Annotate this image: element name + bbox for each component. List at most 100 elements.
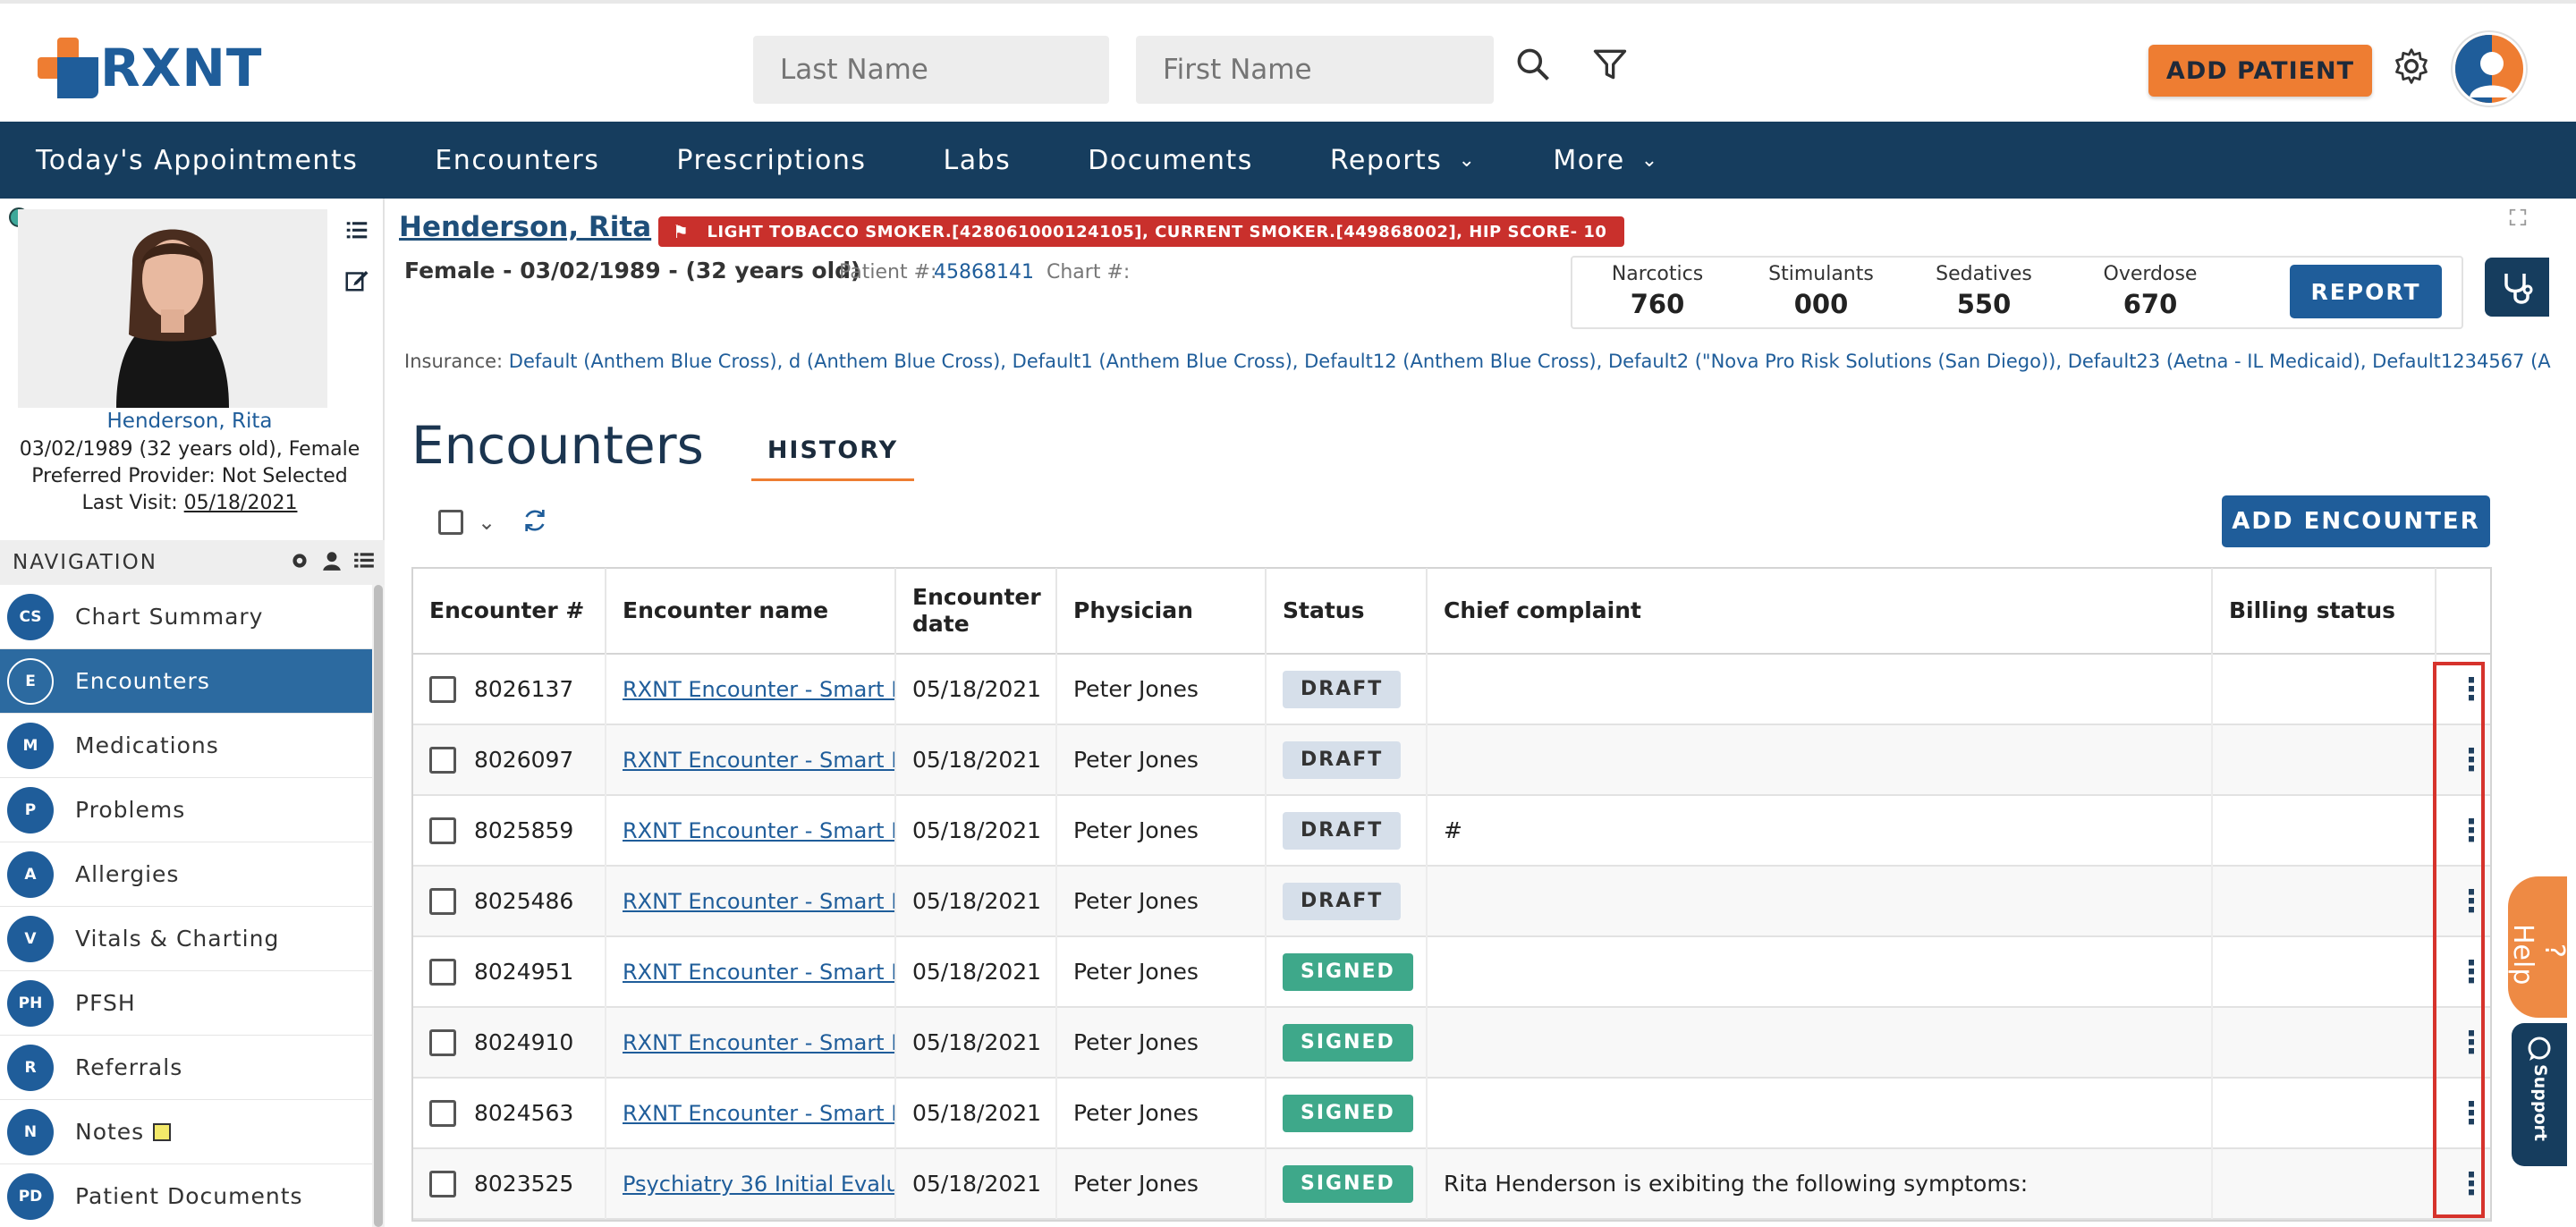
gear-icon[interactable] (288, 549, 311, 572)
patient-name-link[interactable]: Henderson, Rita (0, 410, 379, 433)
sidebar-scrollbar-thumb[interactable] (374, 585, 383, 1227)
expand-icon[interactable] (2508, 207, 2528, 227)
encounter-name-cell: RXNT Encounter - Smart Form (606, 654, 896, 724)
support-tab[interactable]: Support (2512, 1023, 2567, 1166)
report-button[interactable]: REPORT (2290, 265, 2442, 318)
encounter-date: 05/18/2021 (912, 1100, 1042, 1126)
sidebar-item-vitals[interactable]: V Vitals & Charting (0, 907, 372, 971)
row-checkbox[interactable] (429, 1028, 456, 1056)
sticky-note-icon[interactable] (153, 1122, 172, 1141)
nav-documents[interactable]: Documents (1088, 145, 1253, 176)
column-header[interactable]: Encounter # (413, 568, 606, 654)
support-label: Support (2530, 1064, 2550, 1141)
encounter-number: 8023525 (474, 1171, 574, 1197)
row-checkbox[interactable] (429, 746, 456, 774)
help-tab[interactable]: ? Help (2507, 876, 2570, 1018)
sidebar-item-label: Problems (75, 797, 186, 823)
row-checkbox[interactable] (429, 1170, 456, 1197)
sidebar-item-label: Referrals (75, 1054, 183, 1080)
nav-more[interactable]: More ⌄ (1553, 145, 1658, 176)
sidebar-item-problems[interactable]: P Problems (0, 778, 372, 842)
rxnt-logo[interactable]: RXNT (38, 36, 262, 100)
last-name-search-input[interactable] (753, 36, 1109, 104)
sidebar-item-encounters[interactable]: E Encounters (0, 649, 372, 714)
person-icon[interactable] (320, 549, 343, 572)
patient-header-name[interactable]: Henderson, Rita (399, 211, 651, 243)
sidebar-item-pfsh[interactable]: PH PFSH (0, 971, 372, 1036)
table-row[interactable]: 8025486 RXNT Encounter - Smart Form 05/18/… (413, 866, 2490, 937)
column-header[interactable]: Chief complaint (1428, 568, 2213, 654)
stethoscope-tab[interactable] (2485, 258, 2549, 317)
encounter-name-link[interactable]: Psychiatry 36 Initial Evaluation (623, 1172, 894, 1197)
tab-history[interactable]: HISTORY (751, 436, 914, 481)
refresh-icon[interactable] (521, 506, 549, 535)
patient-photo (18, 209, 327, 408)
nav-badge: CS (7, 593, 54, 640)
select-all-checkbox[interactable] (438, 510, 463, 535)
table-row[interactable]: 8024951 RXNT Encounter - Smart Form 05/18/… (413, 936, 2490, 1008)
table-row[interactable]: 8026137 RXNT Encounter - Smart Form 05/18/… (413, 654, 2490, 725)
table-row[interactable]: 8024563 RXNT Encounter - Smart Form 05/18/… (413, 1078, 2490, 1149)
sidebar-item-medications[interactable]: M Medications (0, 714, 372, 778)
status-badge: DRAFT (1283, 670, 1402, 708)
physician-name: Peter Jones (1073, 959, 1199, 985)
user-avatar[interactable] (2453, 32, 2526, 106)
stimulants-count: Stimulants 000 (1750, 263, 1893, 319)
encounter-number-cell: 8024910 (413, 1007, 606, 1078)
row-checkbox[interactable] (429, 817, 456, 844)
filter-icon[interactable] (1590, 45, 1630, 84)
table-body: 8026137 RXNT Encounter - Smart Form 05/18/… (413, 654, 2490, 1220)
edit-icon[interactable] (343, 267, 370, 293)
column-header[interactable]: Physician (1057, 568, 1267, 654)
list-icon[interactable] (352, 549, 376, 572)
row-checkbox[interactable] (429, 887, 456, 915)
encounter-number: 8026097 (474, 747, 574, 773)
sidebar-item-chart-summary[interactable]: CS Chart Summary (0, 585, 372, 649)
chevron-down-icon[interactable]: ⌄ (478, 510, 496, 535)
encounter-name-cell: RXNT Encounter - Smart Form (606, 1078, 896, 1148)
sidebar-item-label: Chart Summary (75, 604, 264, 630)
patient-flag-text: LIGHT TOBACCO SMOKER.[428061000124105], … (707, 222, 1607, 241)
insurance-list[interactable]: Default (Anthem Blue Cross), d (Anthem B… (509, 351, 2551, 372)
first-name-search-input[interactable] (1136, 36, 1494, 104)
nav-todays-appointments[interactable]: Today's Appointments (36, 145, 358, 176)
encounter-date-cell: 05/18/2021 (896, 1078, 1057, 1148)
nav-prescriptions[interactable]: Prescriptions (676, 145, 866, 176)
encounter-name-link[interactable]: RXNT Encounter - Smart Form (623, 889, 894, 914)
count-label: Sedatives (1936, 263, 2032, 285)
add-patient-button[interactable]: ADD PATIENT (2148, 45, 2372, 97)
table-row[interactable]: 8025859 RXNT Encounter - Smart Form 05/18/… (413, 795, 2490, 867)
sidebar-item-notes[interactable]: N Notes (0, 1100, 372, 1164)
table-row[interactable]: 8026097 RXNT Encounter - Smart Form 05/18/… (413, 724, 2490, 796)
nav-reports[interactable]: Reports ⌄ (1330, 145, 1477, 176)
add-encounter-button[interactable]: ADD ENCOUNTER (2222, 495, 2490, 547)
encounter-name-link[interactable]: RXNT Encounter - Smart Form (623, 677, 894, 702)
gear-icon[interactable] (2392, 47, 2431, 86)
column-header[interactable]: Status (1267, 568, 1428, 654)
sidebar-item-referrals[interactable]: R Referrals (0, 1036, 372, 1100)
row-checkbox[interactable] (429, 1099, 456, 1127)
column-header[interactable]: Encounter name (606, 568, 896, 654)
table-row[interactable]: 8024910 RXNT Encounter - Smart Form 05/18/… (413, 1007, 2490, 1079)
table-row[interactable]: 8023525 Psychiatry 36 Initial Evaluation 0… (413, 1148, 2490, 1220)
encounter-name-link[interactable]: RXNT Encounter - Smart Form (623, 960, 894, 985)
row-checkbox[interactable] (429, 675, 456, 703)
search-icon[interactable] (1513, 45, 1553, 84)
sidebar-item-allergies[interactable]: A Allergies (0, 842, 372, 907)
encounter-name-cell: RXNT Encounter - Smart Form (606, 866, 896, 936)
nav-labs[interactable]: Labs (944, 145, 1012, 176)
encounter-date-cell: 05/18/2021 (896, 724, 1057, 795)
encounter-name-link[interactable]: RXNT Encounter - Smart Form (623, 1030, 894, 1055)
last-visit-date[interactable]: 05/18/2021 (184, 492, 298, 514)
encounter-number-cell: 8023525 (413, 1148, 606, 1219)
encounter-name-link[interactable]: RXNT Encounter - Smart Form (623, 1101, 894, 1126)
physician-name: Peter Jones (1073, 888, 1199, 914)
column-header[interactable]: Encounter date (896, 568, 1057, 654)
encounter-name-link[interactable]: RXNT Encounter - Smart Form (623, 818, 894, 843)
list-view-icon[interactable] (343, 216, 370, 243)
nav-encounters[interactable]: Encounters (435, 145, 599, 176)
row-checkbox[interactable] (429, 958, 456, 986)
column-header[interactable]: Billing status (2213, 568, 2436, 654)
encounter-name-link[interactable]: RXNT Encounter - Smart Form (623, 748, 894, 773)
sidebar-item-patient-documents[interactable]: PD Patient Documents (0, 1164, 372, 1227)
